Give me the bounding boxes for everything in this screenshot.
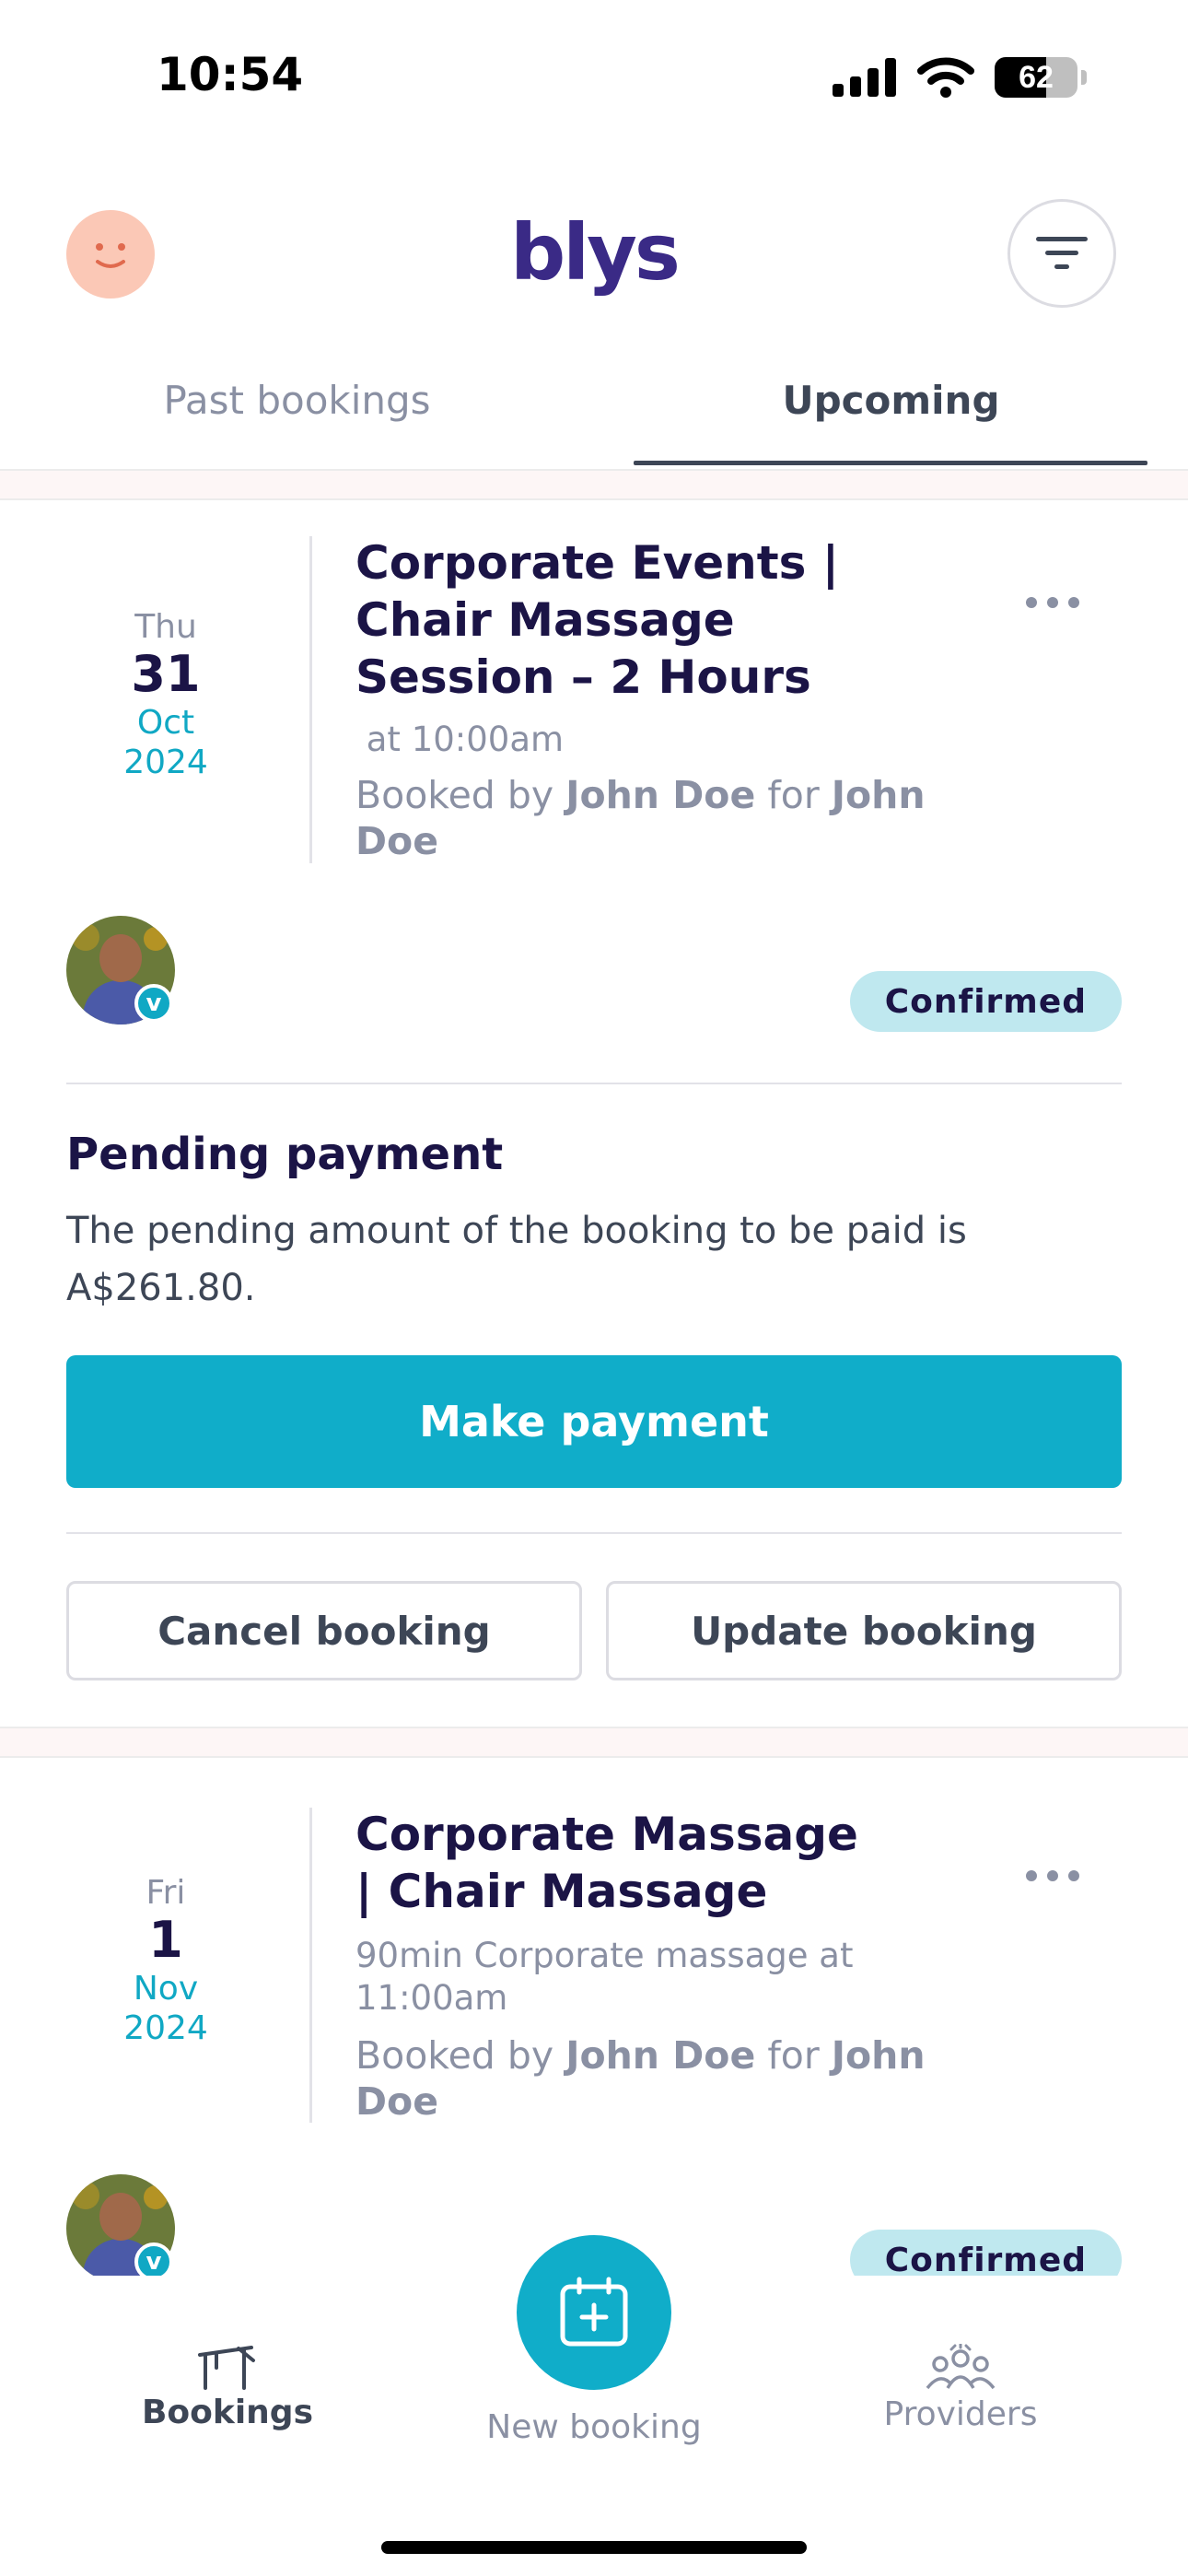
- status-time: 10:54: [157, 48, 304, 101]
- booking-title[interactable]: Corporate Massage | Chair Massage: [355, 1806, 871, 1920]
- booking-subtitle: 90min Corporate massage at 11:00am: [355, 1936, 854, 2018]
- nav-bookings-label: Bookings: [141, 2394, 313, 2431]
- active-tab-indicator: [634, 461, 1147, 465]
- booking-date: Thu 31 Oct 2024: [66, 608, 265, 782]
- booked-by: Booked by John Doe for John Doe: [355, 2032, 945, 2125]
- home-indicator[interactable]: [381, 2541, 807, 2554]
- nav-providers[interactable]: Providers: [809, 2342, 1112, 2433]
- calendar-plus-icon: [560, 2277, 628, 2347]
- booked-by-prefix: Booked by: [355, 2033, 566, 2078]
- pending-payment-text: The pending amount of the booking to be …: [66, 1210, 967, 1309]
- more-options-button[interactable]: [1024, 1846, 1081, 1893]
- verified-badge-icon: v: [134, 984, 173, 1023]
- booking-date: Fri 1 Nov 2024: [66, 1874, 265, 2048]
- divider: [66, 1532, 1122, 1534]
- date-day-of-week: Thu: [134, 608, 197, 646]
- status-badge: Confirmed: [849, 971, 1122, 1032]
- section-separator: [0, 1727, 1188, 1758]
- nav-providers-label: Providers: [883, 2395, 1038, 2433]
- date-year: 2024: [123, 2009, 208, 2048]
- cellular-signal-icon: [833, 58, 896, 97]
- date-day-of-week: Fri: [146, 1874, 186, 1912]
- battery-tip: [1081, 70, 1087, 85]
- date-month: Oct: [136, 704, 195, 743]
- providers-icon: [926, 2342, 996, 2390]
- booked-for-text: for: [755, 2033, 832, 2078]
- date-year: 2024: [123, 744, 208, 782]
- booked-by: Booked by John Doe for John Doe: [355, 772, 945, 864]
- booked-by-prefix: Booked by: [355, 773, 566, 817]
- more-horizontal-icon: [1026, 1870, 1079, 1881]
- date-divider: [309, 536, 312, 863]
- wifi-icon: [917, 57, 974, 98]
- date-divider: [309, 1808, 312, 2123]
- new-booking-button[interactable]: [517, 2235, 671, 2390]
- status-icons: 62: [833, 57, 1087, 98]
- nav-bookings[interactable]: Bookings: [76, 2340, 379, 2431]
- date-month: Nov: [133, 1970, 199, 2008]
- booked-by-name: John Doe: [565, 773, 756, 817]
- battery-level: 62: [1019, 59, 1054, 95]
- tab-past-bookings[interactable]: Past bookings: [0, 378, 594, 423]
- filter-icon: [1036, 237, 1088, 269]
- divider: [66, 1083, 1122, 1084]
- booking-title[interactable]: Corporate Events | Chair Massage Session…: [355, 534, 945, 706]
- nav-new-booking-label: New booking: [486, 2408, 702, 2446]
- tab-upcoming[interactable]: Upcoming: [594, 378, 1188, 423]
- pending-payment-title: Pending payment: [66, 1129, 504, 1180]
- update-booking-button[interactable]: Update booking: [606, 1581, 1122, 1680]
- bookings-icon: [198, 2346, 255, 2390]
- nav-new-booking[interactable]: New booking: [442, 2408, 746, 2446]
- booked-for-text: for: [755, 773, 832, 817]
- date-day: 31: [131, 645, 201, 703]
- section-separator: [0, 469, 1188, 500]
- more-options-button[interactable]: [1024, 573, 1081, 620]
- cancel-booking-button[interactable]: Cancel booking: [66, 1581, 582, 1680]
- booked-by-name: John Doe: [565, 2033, 756, 2078]
- date-day: 1: [148, 1911, 183, 1969]
- booking-subtitle: at 10:00am: [355, 720, 565, 759]
- make-payment-button[interactable]: Make payment: [66, 1355, 1122, 1488]
- battery-icon: 62: [995, 57, 1077, 98]
- filter-button[interactable]: [1007, 199, 1116, 308]
- more-horizontal-icon: [1026, 597, 1079, 608]
